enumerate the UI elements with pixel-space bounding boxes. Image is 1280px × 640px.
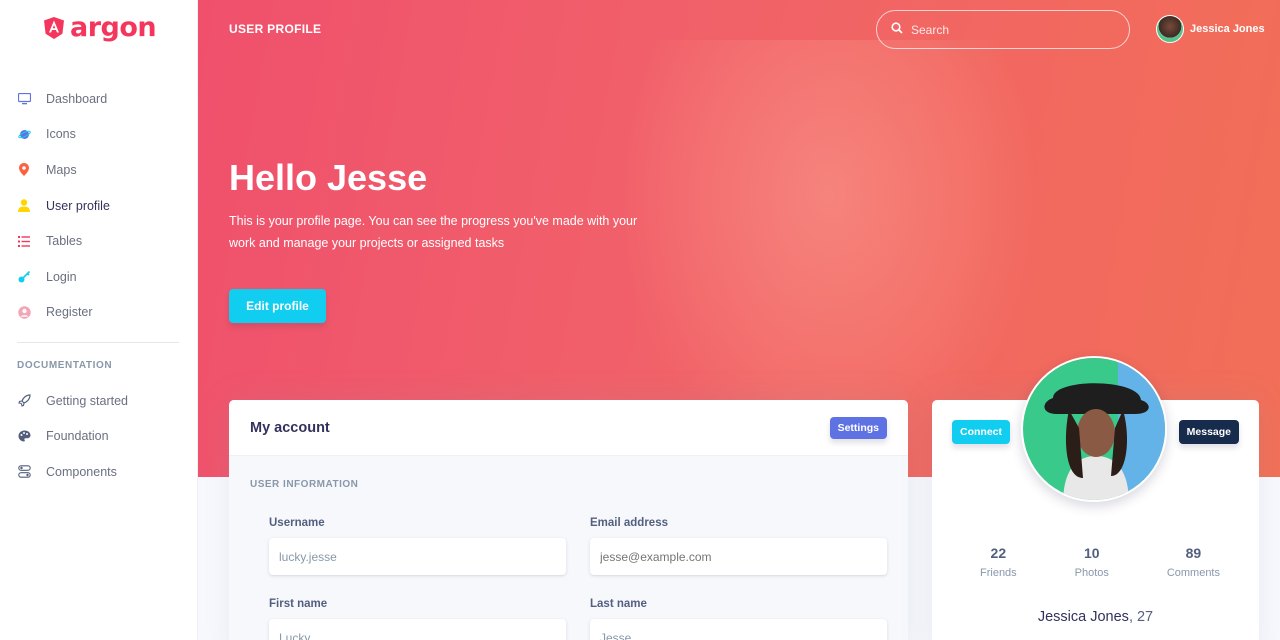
sidebar-item-label: Login <box>46 269 77 284</box>
sidebar-item-label: Foundation <box>46 429 109 444</box>
search-bar[interactable] <box>876 10 1130 49</box>
sidebar-item-label: Components <box>46 464 117 479</box>
brand-name: argon <box>70 12 157 43</box>
username-label: Username <box>269 517 325 529</box>
stat-label: Friends <box>980 567 1017 579</box>
sidebar-item-label: User profile <box>46 198 110 213</box>
sidebar-item-label: Dashboard <box>46 91 108 106</box>
sidebar-item-label: Maps <box>46 162 77 177</box>
search-input[interactable] <box>911 22 1111 37</box>
connect-button[interactable]: Connect <box>952 420 1010 444</box>
profile-card: Connect Message 22 Friends 10 Photos 89 … <box>932 356 1259 640</box>
first-name-label: First name <box>269 598 328 610</box>
profile-age: , 27 <box>1128 609 1154 625</box>
user-icon <box>17 199 31 213</box>
greeting-heading: Hello Jesse <box>229 157 428 198</box>
stat-value: 10 <box>1083 545 1100 561</box>
edit-profile-button[interactable]: Edit profile <box>229 289 326 323</box>
username-input[interactable] <box>269 538 566 575</box>
last-name-input[interactable] <box>590 619 887 640</box>
profile-name: Jessica Jones, 27 <box>932 609 1259 625</box>
stat-friends: 22 Friends <box>980 545 1017 579</box>
sidebar-item-label: Register <box>46 305 93 320</box>
sidebar-item-login[interactable]: Login <box>0 259 198 295</box>
sidebar: argon Dashboard Icons Maps User profile <box>0 0 198 640</box>
user-menu[interactable]: Jessica Jones <box>1156 15 1265 43</box>
sidebar-item-maps[interactable]: Maps <box>0 152 198 188</box>
profile-avatar[interactable] <box>1021 356 1167 502</box>
tv-icon <box>17 92 31 106</box>
sidebar-item-label: Getting started <box>46 393 128 408</box>
sidebar-item-label: Tables <box>46 234 83 249</box>
brand[interactable]: argon <box>44 12 157 43</box>
account-card-title: My account <box>250 419 330 436</box>
ui-icon <box>17 465 31 479</box>
last-name-label: Last name <box>590 598 647 610</box>
bullet-list-icon <box>17 234 31 248</box>
angular-logo-icon <box>44 16 64 39</box>
stat-value: 89 <box>1185 545 1202 561</box>
stat-label: Comments <box>1166 567 1220 579</box>
circle-user-icon <box>17 305 31 319</box>
sidebar-item-dashboard[interactable]: Dashboard <box>0 81 198 117</box>
documentation-nav: Getting started Foundation Components <box>0 383 198 490</box>
palette-icon <box>17 429 31 443</box>
account-card-header: My account Settings <box>229 400 908 456</box>
last-name-field-group: Last name <box>590 598 887 640</box>
planet-icon <box>17 127 31 141</box>
first-name-field-group: First name <box>269 598 566 640</box>
username-field-group: Username <box>269 517 566 575</box>
sidebar-item-icons[interactable]: Icons <box>0 117 198 153</box>
sidebar-divider <box>17 342 179 343</box>
message-button[interactable]: Message <box>1178 420 1239 444</box>
stat-label: Photos <box>1074 567 1109 579</box>
sidebar-item-getting-started[interactable]: Getting started <box>0 383 198 419</box>
documentation-heading: DOCUMENTATION <box>17 360 113 371</box>
sidebar-item-label: Icons <box>46 127 76 142</box>
profile-photo-icon <box>1023 358 1165 500</box>
account-card: My account Settings USER INFORMATION Use… <box>229 400 908 640</box>
sidebar-item-register[interactable]: Register <box>0 295 198 331</box>
stat-comments: 89 Comments <box>1167 545 1220 579</box>
stat-photos: 10 Photos <box>1075 545 1109 579</box>
settings-button[interactable]: Settings <box>829 416 887 439</box>
sidebar-item-tables[interactable]: Tables <box>0 223 198 259</box>
user-name: Jessica Jones <box>1190 23 1265 35</box>
account-card-body: USER INFORMATION Username Email address … <box>229 456 908 640</box>
stat-value: 22 <box>990 545 1007 561</box>
profile-name-text: Jessica Jones <box>1037 609 1129 625</box>
user-information-heading: USER INFORMATION <box>250 479 359 490</box>
page-title[interactable]: USER PROFILE <box>229 22 321 36</box>
spaceship-icon <box>17 394 31 408</box>
sidebar-item-components[interactable]: Components <box>0 454 198 490</box>
email-input[interactable] <box>590 538 887 575</box>
sidebar-item-user-profile[interactable]: User profile <box>0 188 198 224</box>
email-field-group: Email address <box>590 517 887 575</box>
main-nav: Dashboard Icons Maps User profile Tables <box>0 81 198 330</box>
key-icon <box>17 270 31 284</box>
sidebar-item-foundation[interactable]: Foundation <box>0 419 198 455</box>
intro-text: This is your profile page. You can see t… <box>229 214 638 250</box>
first-name-input[interactable] <box>269 619 566 640</box>
profile-stats: 22 Friends 10 Photos 89 Comments <box>980 545 1220 579</box>
search-icon <box>891 21 903 39</box>
avatar <box>1156 15 1184 43</box>
pin-icon <box>17 163 31 177</box>
email-label: Email address <box>590 517 668 529</box>
